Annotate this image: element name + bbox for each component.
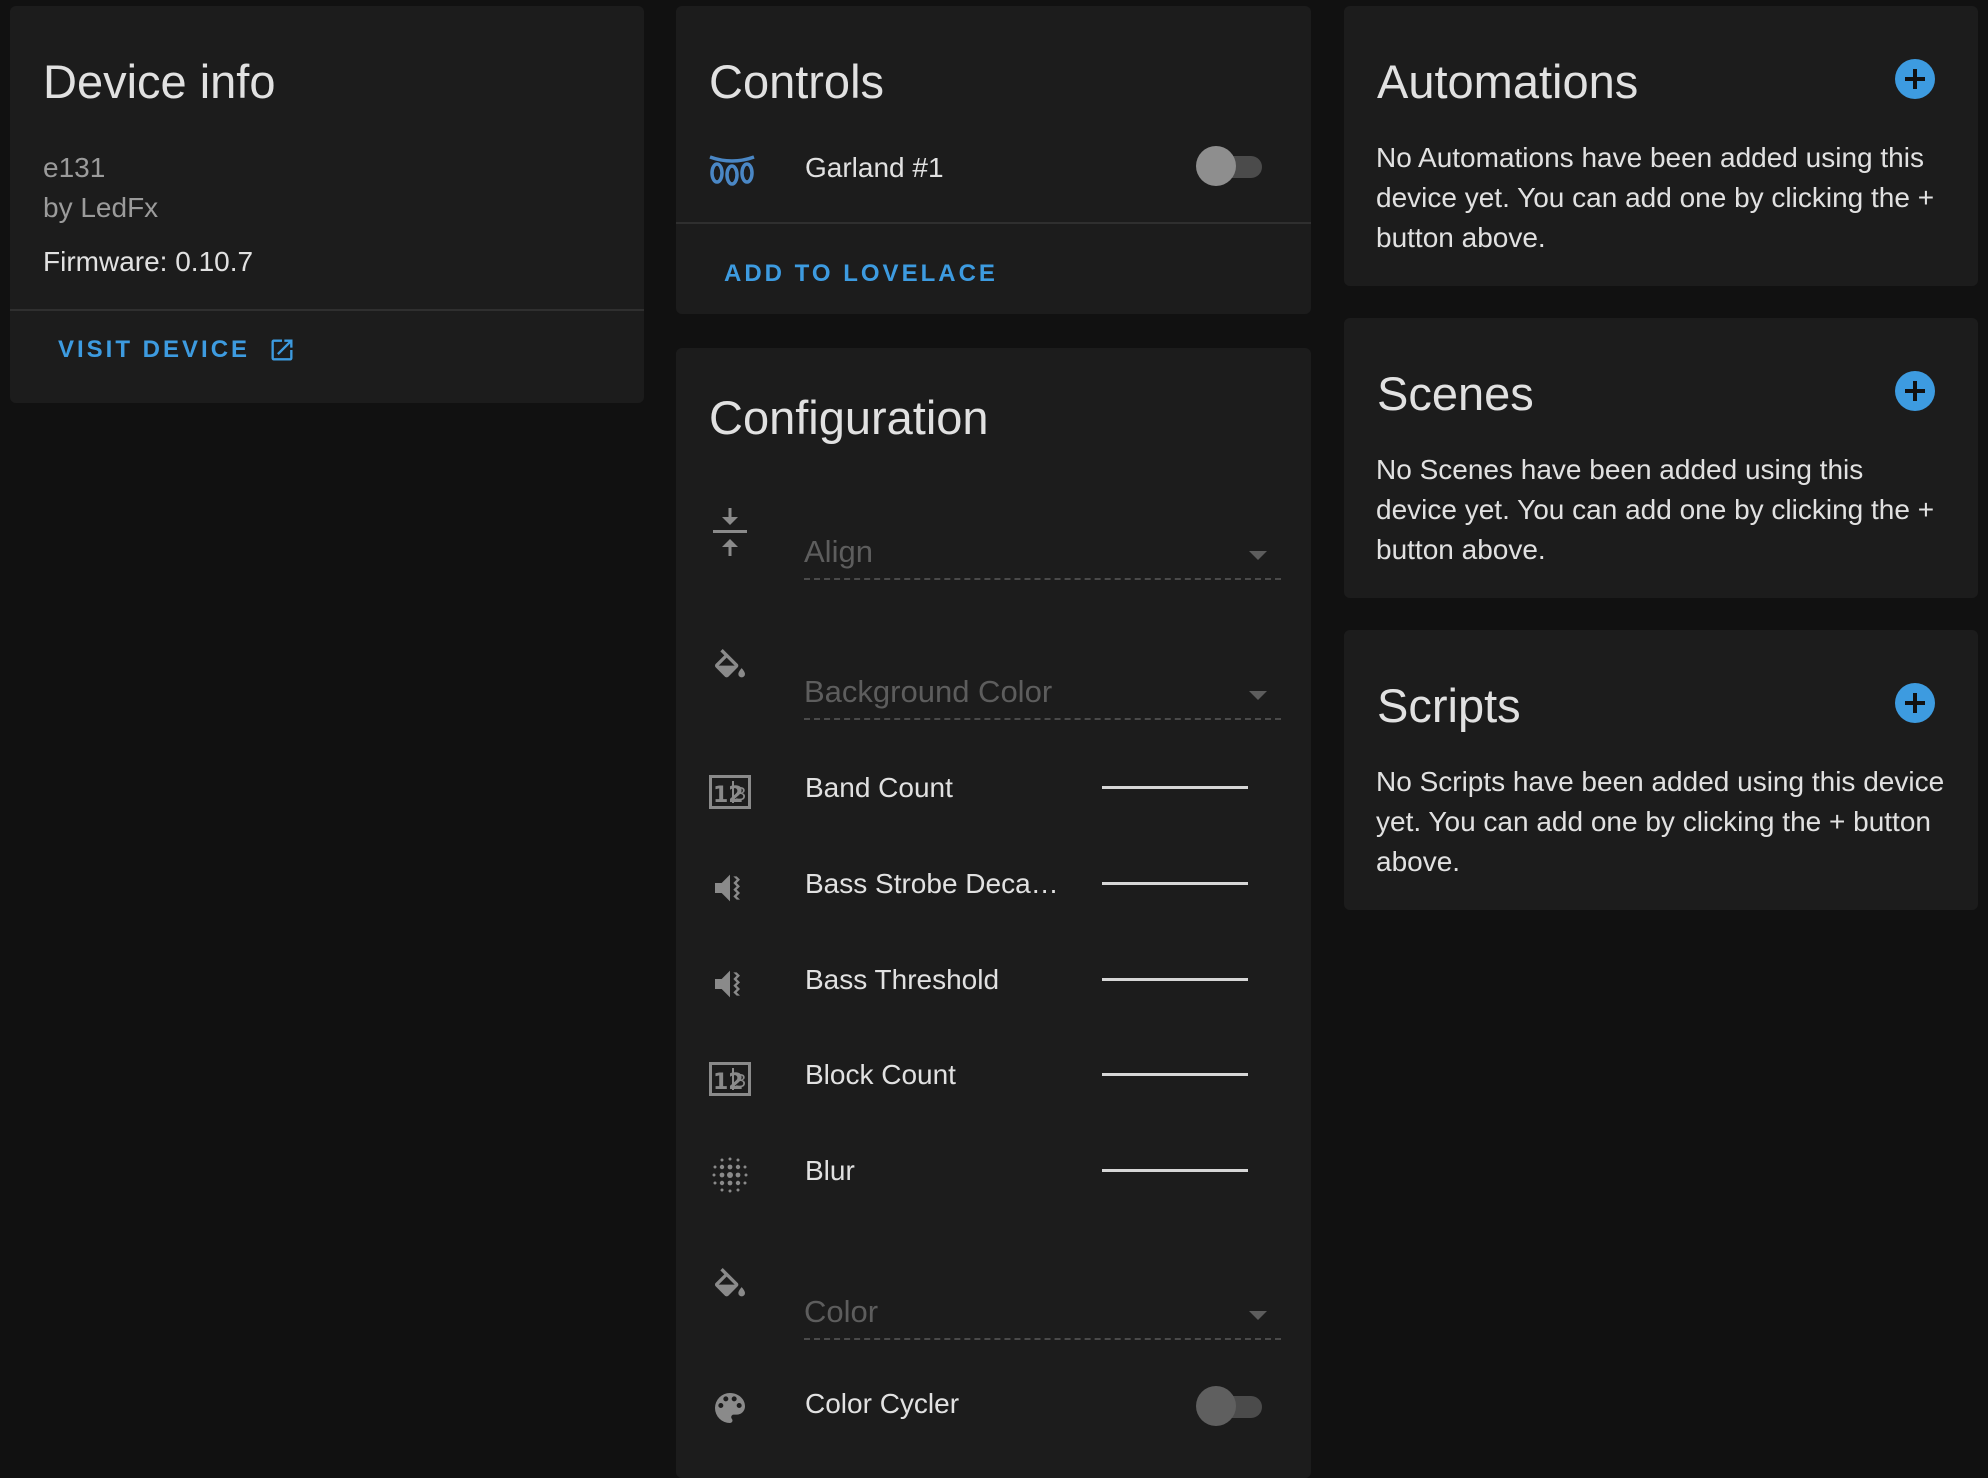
block-count-slider[interactable]	[1102, 1073, 1248, 1076]
color-cycler-label: Color Cycler	[805, 1388, 960, 1419]
visit-device-label: VISIT DEVICE	[58, 336, 251, 363]
volume-vibrate-icon	[708, 962, 752, 1006]
add-script-button[interactable]	[1894, 682, 1936, 724]
controls-card: Controls Garland #1 ADD TO LOVELACE	[676, 6, 1311, 314]
blur-icon	[708, 1153, 752, 1197]
background-color-placeholder: Background Color	[804, 674, 1053, 709]
align-placeholder: Align	[804, 534, 873, 569]
add-automation-button[interactable]	[1894, 58, 1936, 100]
visit-device-button[interactable]: VISIT DEVICE	[58, 336, 296, 364]
string-lights-icon	[708, 148, 756, 192]
band-count-label: Band Count	[805, 772, 953, 803]
align-vertical-center-icon	[708, 508, 752, 556]
color-select[interactable]: Color	[804, 1270, 1281, 1340]
configuration-card: Configuration Align Background Color 12	[676, 348, 1311, 1478]
svg-text:3: 3	[735, 784, 746, 805]
chevron-down-icon	[1249, 551, 1267, 560]
device-firmware: Firmware: 0.10.7	[43, 246, 254, 277]
chevron-down-icon	[1249, 1311, 1267, 1320]
band-count-slider[interactable]	[1102, 786, 1248, 789]
device-manufacturer: by LedFx	[43, 192, 159, 223]
garland-entity-label[interactable]: Garland #1	[805, 152, 944, 184]
scenes-title: Scenes	[1377, 367, 1534, 420]
automations-card: Automations No Automations have been add…	[1344, 6, 1978, 286]
open-in-new-icon	[271, 339, 293, 361]
device-info-card: Device info e131 by LedFx Firmware: 0.10…	[10, 6, 644, 403]
bass-threshold-slider[interactable]	[1102, 978, 1248, 981]
controls-title: Controls	[709, 55, 885, 108]
plus-circle-icon	[1895, 371, 1935, 411]
garland-toggle[interactable]	[1196, 146, 1268, 186]
color-cycler-toggle[interactable]	[1196, 1386, 1268, 1426]
svg-text:3: 3	[735, 1071, 746, 1092]
blur-label: Blur	[805, 1155, 855, 1186]
block-count-label: Block Count	[805, 1059, 956, 1090]
scripts-empty-text: No Scripts have been added using this de…	[1376, 766, 1945, 877]
bass-strobe-label: Bass Strobe Deca…	[805, 868, 1059, 899]
background-color-select[interactable]: Background Color	[804, 650, 1281, 720]
color-placeholder: Color	[804, 1294, 879, 1329]
automations-empty-text: No Automations have been added using thi…	[1376, 142, 1935, 253]
device-info-title: Device info	[43, 55, 276, 108]
blur-slider[interactable]	[1102, 1169, 1248, 1172]
device-model: e131	[43, 152, 106, 183]
scripts-card: Scripts No Scripts have been added using…	[1344, 630, 1978, 910]
format-color-fill-icon	[708, 1266, 752, 1310]
add-scene-button[interactable]	[1894, 370, 1936, 412]
bass-threshold-label: Bass Threshold	[805, 964, 1000, 995]
scenes-card: Scenes No Scenes have been added using t…	[1344, 318, 1978, 598]
scenes-empty-text: No Scenes have been added using this dev…	[1376, 454, 1935, 565]
scripts-title: Scripts	[1377, 679, 1521, 732]
plus-circle-icon	[1895, 683, 1935, 723]
plus-circle-icon	[1895, 59, 1935, 99]
numeric-icon: 12 3	[708, 1057, 752, 1101]
format-color-fill-icon	[708, 647, 752, 691]
chevron-down-icon	[1249, 691, 1267, 700]
automations-title: Automations	[1377, 55, 1639, 108]
configuration-title: Configuration	[709, 391, 989, 444]
divider	[676, 222, 1311, 224]
volume-vibrate-icon	[708, 866, 752, 910]
numeric-icon: 12 3	[708, 770, 752, 814]
palette-icon	[708, 1386, 752, 1430]
bass-strobe-slider[interactable]	[1102, 882, 1248, 885]
align-select[interactable]: Align	[804, 510, 1281, 580]
divider	[10, 309, 644, 311]
add-to-lovelace-button[interactable]: ADD TO LOVELACE	[724, 260, 998, 288]
